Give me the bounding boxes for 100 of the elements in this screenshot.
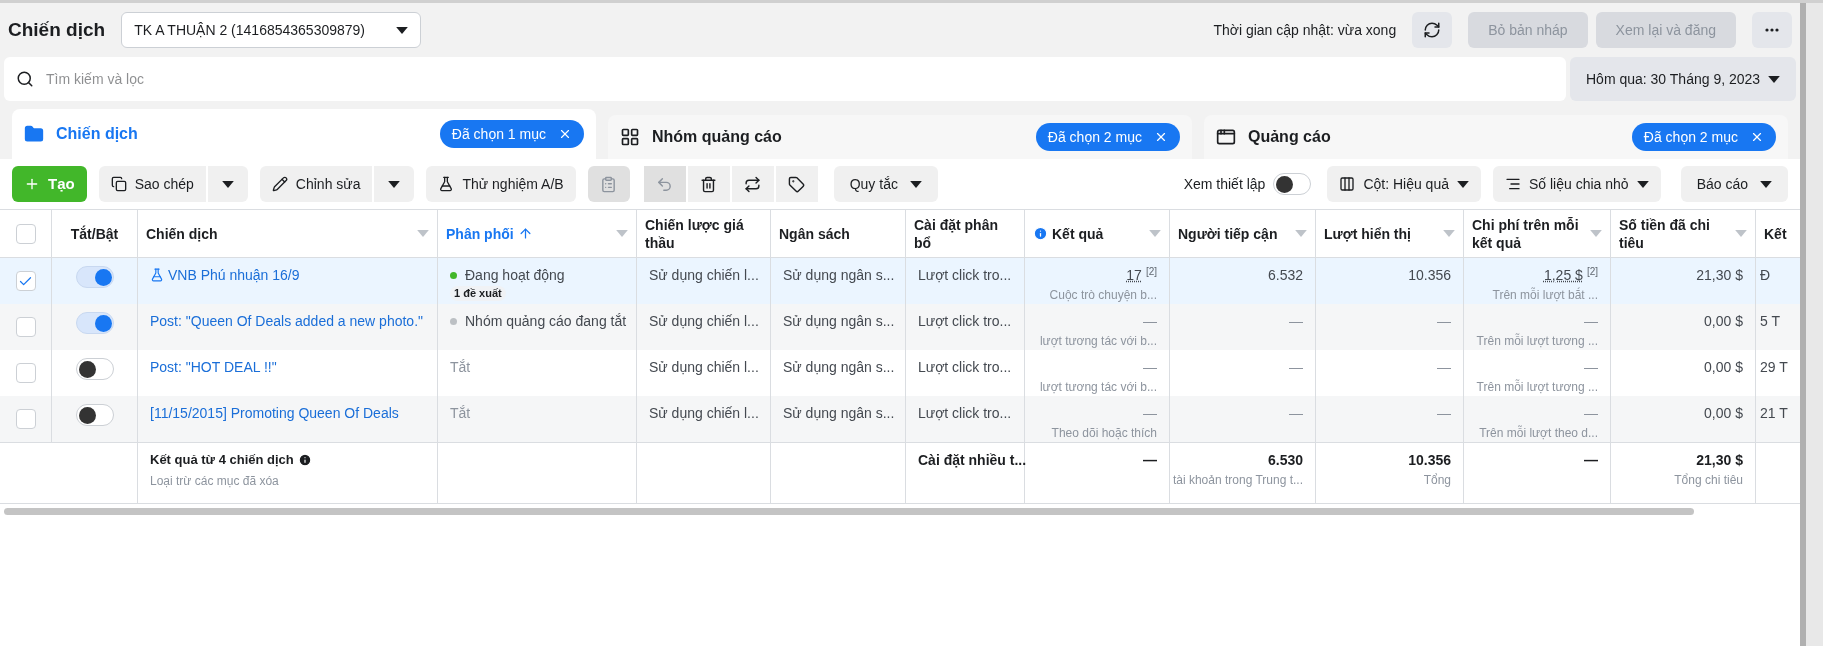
campaign-link[interactable]: Post: "Queen Of Deals added a new photo."	[150, 312, 423, 330]
cell-value: Sử dụng chiến l...	[649, 312, 759, 330]
breakdown-dropdown[interactable]: Số liệu chia nhỏ	[1493, 166, 1661, 202]
toggle-switch[interactable]	[75, 404, 114, 426]
recommendation-badge[interactable]: 1 đề xuất	[450, 286, 506, 301]
column-label: Phân phối	[446, 224, 514, 243]
tab[interactable]: Nhóm quảng cáo Đã chọn 2 mục	[608, 115, 1192, 159]
column-label: Chi phí trên mỗi kết quả	[1472, 215, 1580, 252]
cell-subtext: lượt tương tác với b...	[1039, 379, 1157, 395]
column-header[interactable]: Chiến dịch	[138, 210, 438, 257]
cell-value: 0,00 $	[1704, 358, 1743, 376]
table-row[interactable]: Post: "Queen Of Deals added a new photo." Nhóm quảng cáo đang tắt Sử dụng chiến l... Sử dụng ngân s... Lượt click tro... — lượt tương tác với b... — — — Trên mỗi lượt tương ... 0,00 $ 5 T	[0, 304, 1800, 350]
cell-value: —	[1584, 312, 1598, 330]
tab-label: Nhóm quảng cáo	[652, 127, 782, 147]
caret-icon	[1735, 230, 1747, 237]
page-scrollbar[interactable]	[1800, 3, 1823, 646]
column-header[interactable]: Người tiếp cận	[1170, 210, 1316, 257]
selection-chip[interactable]: Đã chọn 2 mục	[1035, 123, 1180, 151]
rules-dropdown[interactable]: Quy tắc	[833, 166, 938, 202]
tool-button[interactable]	[775, 166, 818, 202]
table-row[interactable]: [11/15/2015] Promoting Queen Of Deals Tắt Sử dụng chiến l... Sử dụng ngân s... Lượt click tro... — Theo dõi hoặc thích — — — Trên mỗi lượt theo d... 0,00 $ 21 T	[0, 396, 1800, 442]
caret-icon	[1443, 230, 1455, 237]
caret-icon	[388, 180, 401, 188]
more-icon	[1765, 28, 1779, 32]
toolbar-button[interactable]: Sao chép	[98, 166, 206, 202]
caret-icon	[1760, 180, 1772, 188]
close-icon	[1750, 130, 1764, 144]
toggle-switch[interactable]	[75, 266, 114, 288]
column-label: Ngân sách	[779, 224, 850, 243]
tool-button[interactable]	[731, 166, 774, 202]
cell-value: —	[1437, 312, 1451, 330]
column-header[interactable]: Kết quả	[1025, 210, 1170, 257]
toggle-switch[interactable]	[75, 312, 114, 334]
search-field[interactable]: Tìm kiếm và lọc	[4, 57, 1566, 101]
info-icon	[1033, 226, 1048, 241]
reports-dropdown[interactable]: Báo cáo	[1680, 166, 1788, 202]
column-label: Kết	[1764, 224, 1787, 243]
toggle-switch[interactable]	[1273, 173, 1312, 195]
cell-value: Sử dụng chiến l...	[649, 266, 759, 284]
dropdown-button[interactable]	[374, 166, 415, 202]
tool-button[interactable]	[687, 166, 730, 202]
table-row[interactable]: VNB Phú nhuận 16/9 Đang hoạt động 1 đề xuất Sử dụng chiến l... Sử dụng ngân s... Lượt click tro... 17 [2] Cuộc trò chuyện b... 6.532 10.356 1,25 $ [2] Trên mỗi lượt bắt ... 21,30 $ Đ	[0, 258, 1800, 304]
column-header[interactable]: Lượt hiển thị	[1316, 210, 1464, 257]
cell-value: 21,30 $	[1696, 451, 1743, 469]
cell-value: —	[1584, 451, 1598, 469]
cell-value: Đ	[1760, 266, 1771, 284]
cell-value: 21,30 $	[1696, 266, 1743, 284]
campaign-link[interactable]: VNB Phú nhuận 16/9	[168, 266, 300, 284]
column-header[interactable]: Chi phí trên mỗi kết quả	[1464, 210, 1611, 257]
toolbar-button[interactable]: Thử nghiệm A/B	[426, 166, 576, 202]
campaign-link[interactable]: Post: "HOT DEAL !!"	[150, 358, 277, 376]
row-checkbox[interactable]	[15, 363, 36, 383]
selection-chip[interactable]: Đã chọn 2 mục	[1631, 123, 1776, 151]
cell-subtext: Trên mỗi lượt bắt ...	[1492, 287, 1598, 303]
refresh-button[interactable]	[1412, 12, 1453, 48]
cell-value: 0,00 $	[1704, 312, 1743, 330]
footnote-mark: [2]	[1586, 266, 1598, 278]
column-header[interactable]: Kết	[1756, 210, 1800, 257]
horizontal-scrollbar[interactable]	[4, 508, 1694, 515]
search-icon	[16, 70, 34, 88]
delivery-status: Tắt	[450, 404, 471, 422]
cell-value: —	[1584, 358, 1598, 376]
columns-dropdown[interactable]: Cột: Hiệu quả	[1327, 166, 1481, 202]
cell-value: 21 T	[1760, 404, 1788, 422]
column-header[interactable]: Ngân sách	[771, 210, 906, 257]
delivery-status: Tắt	[450, 358, 471, 376]
column-header[interactable]: Cài đặt phân bổ	[906, 210, 1025, 257]
search-input[interactable]: Tìm kiếm và lọc	[46, 68, 1554, 90]
cell-subtext: tài khoản trong Trung t...	[1172, 472, 1303, 488]
toggle-switch[interactable]	[75, 358, 114, 380]
tab[interactable]: Chiến dịch Đã chọn 1 mục	[12, 109, 596, 159]
date-range-button[interactable]: Hôm qua: 30 Tháng 9, 2023	[1570, 57, 1796, 101]
column-header[interactable]: Tắt/Bật	[52, 210, 138, 257]
cell-value: Sử dụng chiến l...	[649, 358, 759, 376]
swap-icon	[744, 175, 762, 193]
cell-value: —	[1289, 404, 1303, 422]
toolbar-button[interactable]: Chỉnh sửa	[259, 166, 373, 202]
selection-chip[interactable]: Đã chọn 1 mục	[439, 120, 584, 148]
cell-subtext: Tổng	[1423, 472, 1451, 488]
tab-icon	[24, 124, 44, 144]
column-header[interactable]: Số tiền đã chi tiêu	[1611, 210, 1756, 257]
cell-value: —	[1584, 404, 1598, 422]
cell-value: —	[1143, 404, 1157, 422]
caret-icon	[909, 180, 922, 188]
cell-value: —	[1143, 358, 1157, 376]
select-all-checkbox[interactable]	[15, 223, 36, 244]
account-select[interactable]: TK A THUẬN 2 (1416854365309879)	[121, 12, 422, 48]
dropdown-button[interactable]	[207, 166, 248, 202]
columns-icon	[1339, 176, 1356, 192]
more-button[interactable]	[1752, 12, 1792, 48]
row-checkbox[interactable]	[15, 317, 36, 337]
cell-value: 0,00 $	[1704, 404, 1743, 422]
row-checkbox[interactable]	[15, 271, 36, 291]
column-header[interactable]: Chiến lược giá thầu	[637, 210, 771, 257]
tab[interactable]: Quảng cáo Đã chọn 2 mục	[1204, 115, 1788, 159]
column-header[interactable]: Phân phối	[438, 210, 637, 257]
row-checkbox[interactable]	[15, 409, 36, 429]
column-label: Tắt/Bật	[70, 224, 119, 243]
campaign-link[interactable]: [11/15/2015] Promoting Queen Of Deals	[150, 404, 399, 422]
cell-value: 5 T	[1760, 312, 1780, 330]
